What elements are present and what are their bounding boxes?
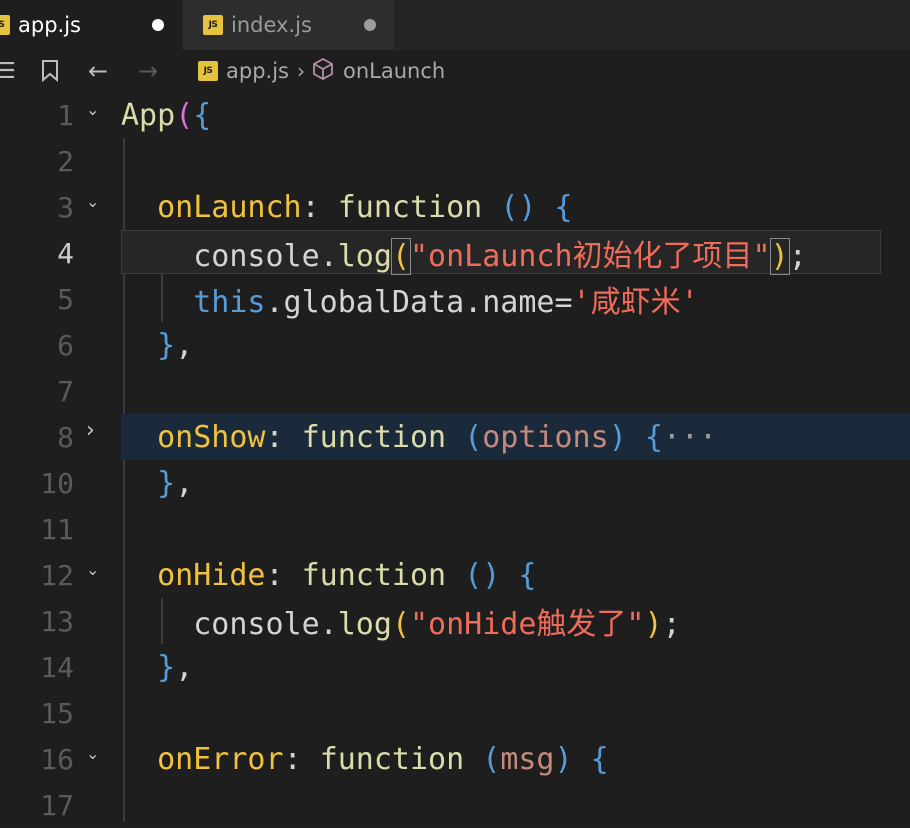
js-file-icon: JS xyxy=(203,15,223,35)
line-number: 12 xyxy=(40,558,74,592)
chevron-right-icon[interactable]: › xyxy=(86,418,106,443)
code-line: 6 }, xyxy=(0,322,910,368)
bookmark-icon[interactable] xyxy=(38,60,62,82)
line-number: 8 xyxy=(57,420,74,454)
menu-icon[interactable]: ☰ xyxy=(0,59,16,84)
unsaved-dot-icon[interactable] xyxy=(152,19,164,31)
code-line: 16 ⌄ onError: function (msg) { xyxy=(0,736,910,782)
code-line: 10 }, xyxy=(0,460,910,506)
token: { xyxy=(193,97,212,133)
line-number: 13 xyxy=(40,604,74,638)
line-number: 16 xyxy=(40,742,74,776)
line-number: 4 xyxy=(57,236,74,270)
code-text: onError: function (msg) { xyxy=(157,741,609,777)
code-line: 14 }, xyxy=(0,644,910,690)
back-arrow-icon[interactable]: ← xyxy=(88,57,108,85)
line-number: 3 xyxy=(57,190,74,224)
code-editor[interactable]: 1 ⌄ App({ 2 3 ⌄ onLaunch: function () { … xyxy=(0,92,910,822)
breadcrumb-bar: ☰ ← → JS app.js › onLaunch xyxy=(0,50,910,92)
code-text: console.log("onLaunch初始化了项目"); xyxy=(193,238,807,275)
code-line: 13 console.log("onHide触发了"); xyxy=(0,598,910,644)
tab-app-js[interactable]: JS app.js xyxy=(0,0,182,50)
line-number: 5 xyxy=(57,282,74,316)
line-number: 7 xyxy=(57,374,74,408)
breadcrumb-file[interactable]: app.js xyxy=(226,59,289,83)
line-number: 6 xyxy=(57,328,74,362)
chevron-down-icon[interactable]: ⌄ xyxy=(86,100,106,119)
code-text: }, xyxy=(157,327,194,363)
code-line-folded: 8 › onShow: function (options) {··· xyxy=(0,414,910,460)
code-text: App({ xyxy=(121,98,211,133)
code-line: 15 xyxy=(0,690,910,736)
code-line-current: 4 console.log("onLaunch初始化了项目"); xyxy=(0,230,910,276)
code-text: }, xyxy=(157,465,194,501)
fold-ellipsis-icon[interactable]: ··· xyxy=(663,420,717,455)
tab-label: app.js xyxy=(18,13,81,37)
chevron-down-icon[interactable]: ⌄ xyxy=(86,192,106,211)
chevron-down-icon[interactable]: ⌄ xyxy=(86,560,106,579)
line-number: 10 xyxy=(40,466,74,500)
code-line: 3 ⌄ onLaunch: function () { xyxy=(0,184,910,230)
code-text: onShow: function (options) {··· xyxy=(157,419,718,455)
token: ( xyxy=(175,97,194,133)
line-number: 1 xyxy=(57,98,74,132)
editor-tab-bar: JS app.js JS index.js xyxy=(0,0,910,51)
tab-label: index.js xyxy=(231,13,312,37)
chevron-right-icon: › xyxy=(296,59,305,83)
js-file-icon: JS xyxy=(0,15,10,35)
line-number: 17 xyxy=(40,788,74,822)
code-line: 11 xyxy=(0,506,910,552)
unsaved-dot-icon[interactable] xyxy=(364,19,376,31)
code-line: 5 this.globalData.name='咸虾米' xyxy=(0,276,910,322)
chevron-down-icon[interactable]: ⌄ xyxy=(86,744,106,763)
breadcrumb: JS app.js › onLaunch xyxy=(198,57,445,85)
code-text: }, xyxy=(157,649,194,685)
code-text: console.log("onHide触发了"); xyxy=(193,607,681,642)
token: App xyxy=(121,97,176,133)
code-line: 12 ⌄ onHide: function () { xyxy=(0,552,910,598)
code-line: 2 xyxy=(0,138,910,184)
code-text: onLaunch: function () { xyxy=(157,189,573,225)
js-file-icon: JS xyxy=(198,61,218,81)
code-line: 1 ⌄ App({ xyxy=(0,92,910,138)
forward-arrow-icon[interactable]: → xyxy=(138,57,158,85)
method-cube-icon xyxy=(313,57,333,85)
line-number: 14 xyxy=(40,650,74,684)
code-line: 7 xyxy=(0,368,910,414)
tab-index-js[interactable]: JS index.js xyxy=(182,0,394,50)
code-line: 17 xyxy=(0,782,910,828)
line-number: 15 xyxy=(40,696,74,730)
code-text: onHide: function () { xyxy=(157,557,537,593)
code-text: this.globalData.name='咸虾米' xyxy=(193,285,699,320)
line-number: 2 xyxy=(57,144,74,178)
line-number: 11 xyxy=(40,512,74,546)
breadcrumb-symbol[interactable]: onLaunch xyxy=(343,59,445,83)
